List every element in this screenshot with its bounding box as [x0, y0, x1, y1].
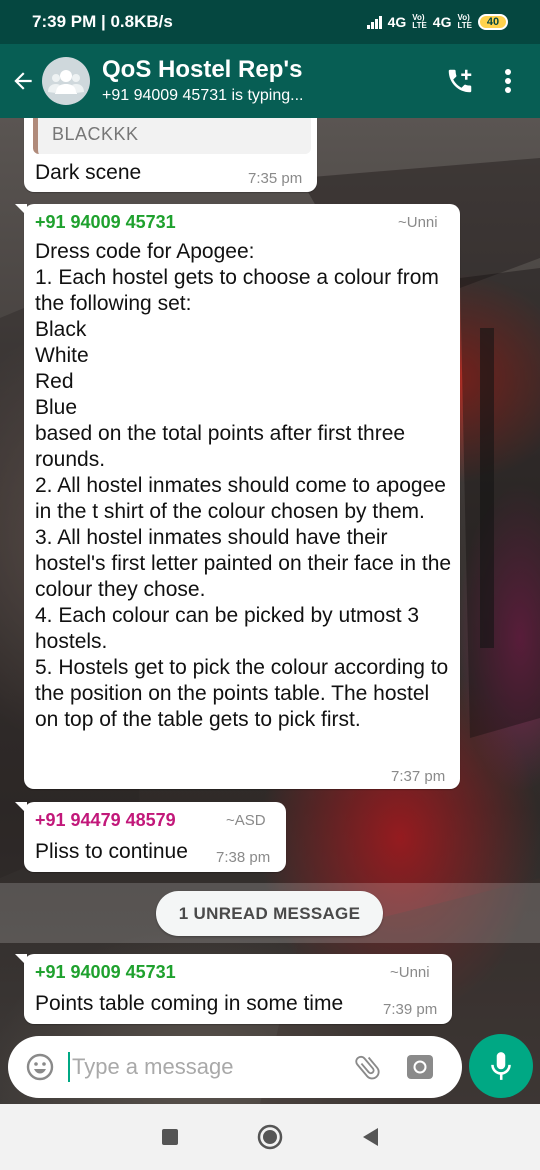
emoji-icon [26, 1053, 54, 1081]
nav-recents-icon [162, 1129, 178, 1145]
group-avatar[interactable] [42, 57, 90, 105]
message-bubble[interactable]: +91 94009 45731 ~Unni Points table comin… [15, 954, 452, 1024]
attach-button[interactable] [342, 1052, 394, 1082]
chat-header: QoS Hostel Rep's +91 94009 45731 is typi… [0, 44, 540, 118]
status-bar: 7:39 PM | 0.8KB/s 4G Vo) LTE 4G Vo) LTE 40 [0, 0, 540, 44]
nav-recents-button[interactable] [146, 1113, 194, 1161]
add-call-icon [448, 69, 472, 93]
status-right: 4G Vo) LTE 4G Vo) LTE 40 [366, 13, 508, 30]
status-left: 7:39 PM | 0.8KB/s [32, 12, 173, 31]
camera-icon [407, 1055, 433, 1079]
message-time: 7:38 pm [216, 849, 271, 866]
message-bubble[interactable]: +91 94009 45731 ~Unni Dress code for Apo… [15, 204, 460, 789]
mic-icon [491, 1052, 511, 1080]
battery-icon: 40 [478, 14, 508, 30]
add-call-button[interactable] [436, 44, 484, 118]
message-bubble[interactable]: +91 94479 48579 ~ASD Pliss to continue 7… [15, 802, 286, 872]
message-text: Pliss to continue [35, 840, 188, 863]
status-time: 7:39 PM [32, 12, 97, 31]
nav-back-icon [363, 1128, 378, 1146]
quoted-text: BLACKKK [52, 124, 139, 144]
message-text: Points table coming in some time [35, 992, 344, 1015]
signal-icon [366, 15, 382, 29]
message-text: Dress code for Apogee: 1. Each hostel ge… [35, 240, 452, 731]
message-composer [8, 1036, 462, 1098]
text-cursor [68, 1052, 70, 1082]
group-avatar-icon [48, 70, 84, 94]
back-button[interactable] [4, 44, 42, 118]
sender-phone[interactable]: +91 94479 48579 [35, 810, 176, 831]
sender-name: ~ASD [226, 812, 266, 829]
nav-home-icon [257, 1124, 283, 1150]
network-2-label: 4G [432, 14, 452, 30]
message-time: 7:39 pm [383, 1001, 438, 1018]
back-arrow-icon [14, 72, 32, 90]
message-bubble[interactable]: BLACKKK Dark scene 7:35 pm [24, 118, 317, 192]
sender-phone[interactable]: +91 94009 45731 [35, 212, 176, 233]
bubble-tail [15, 204, 27, 216]
system-nav-bar [0, 1104, 540, 1170]
more-vert-icon [505, 69, 511, 93]
chat-title: QoS Hostel Rep's [102, 56, 303, 83]
camera-button[interactable] [394, 1052, 446, 1082]
message-input[interactable] [72, 1054, 342, 1080]
typing-status: +91 94009 45731 is typing... [102, 87, 304, 104]
nav-back-button[interactable] [346, 1113, 394, 1161]
quoted-message[interactable]: BLACKKK [33, 118, 311, 154]
volte-1-icon: Vo) LTE [412, 13, 427, 30]
nav-home-button[interactable] [246, 1113, 294, 1161]
sender-name: ~Unni [390, 964, 430, 981]
volte-2-icon: Vo) LTE [457, 13, 472, 30]
network-1-label: 4G [387, 14, 407, 30]
message-time: 7:35 pm [248, 170, 303, 187]
more-options-button[interactable] [484, 44, 532, 118]
sender-name: ~Unni [398, 214, 438, 231]
attach-icon [355, 1055, 380, 1080]
message-time: 7:37 pm [391, 768, 446, 785]
emoji-button[interactable] [20, 1052, 60, 1082]
chat-area[interactable]: BLACKKK Dark scene 7:35 pm +91 94009 457… [0, 118, 540, 1104]
chat-title-block[interactable]: QoS Hostel Rep's +91 94009 45731 is typi… [102, 55, 436, 107]
unread-messages-pill: 1 UNREAD MESSAGE [156, 891, 383, 936]
status-speed: 0.8KB/s [110, 12, 173, 31]
message-text: Dark scene [35, 161, 142, 184]
voice-record-button[interactable] [469, 1034, 533, 1098]
sender-phone[interactable]: +91 94009 45731 [35, 962, 176, 983]
bubble-tail [15, 802, 27, 814]
bubble-tail [15, 954, 27, 966]
